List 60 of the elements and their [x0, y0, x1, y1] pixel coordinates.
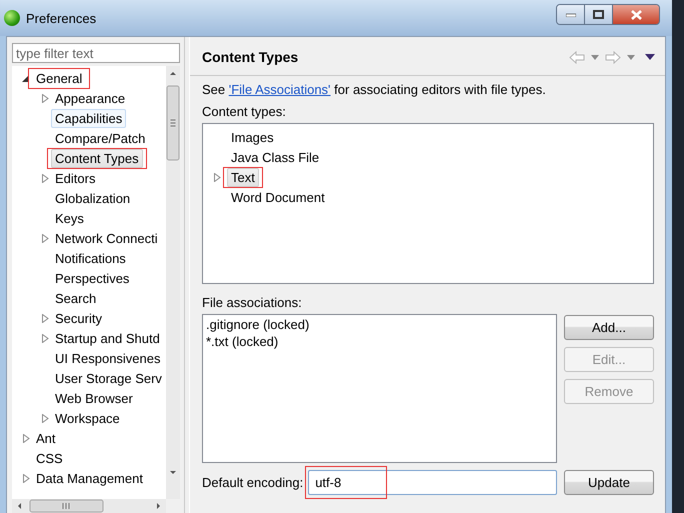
collapsed-triangle-icon[interactable]: [22, 474, 30, 482]
filter-field[interactable]: type filter text: [12, 43, 180, 63]
file-association-item[interactable]: .gitignore (locked): [206, 317, 553, 334]
collapsed-triangle-icon[interactable]: [41, 174, 49, 182]
page-title: Content Types: [202, 49, 300, 65]
minimize-icon: [566, 12, 576, 16]
content-type-item[interactable]: Java Class File: [227, 148, 324, 166]
maximize-icon: [593, 10, 604, 19]
tree-item[interactable]: Ant: [32, 428, 60, 448]
tree-item[interactable]: Appearance: [51, 88, 130, 108]
close-button[interactable]: [612, 5, 659, 24]
close-icon: [630, 10, 642, 20]
tree-item[interactable]: Startup and Shutd: [51, 328, 164, 348]
tree-item[interactable]: Search: [51, 288, 100, 308]
encoding-label: Default encoding:: [202, 475, 304, 490]
intro-text: See 'File Associations' for associating editors with file types.: [202, 82, 547, 97]
file-association-item[interactable]: *.txt (locked): [206, 334, 553, 351]
app-icon: [4, 10, 20, 26]
tree-item[interactable]: Capabilities: [51, 108, 126, 128]
content-type-item[interactable]: Text: [227, 168, 259, 186]
maximize-button[interactable]: [584, 5, 612, 24]
tree-item[interactable]: Globalization: [51, 188, 134, 208]
collapsed-triangle-icon[interactable]: [41, 234, 49, 242]
tree-item[interactable]: Web Browser: [51, 388, 137, 408]
tree-item[interactable]: Data Management: [32, 468, 147, 488]
content-types-label: Content types:: [202, 104, 287, 119]
update-button[interactable]: Update: [564, 470, 654, 495]
list-action-button[interactable]: Add...: [564, 315, 654, 340]
dropdown-icon[interactable]: [627, 54, 635, 60]
tree-item[interactable]: General: [32, 68, 86, 88]
collapsed-triangle-icon[interactable]: [41, 334, 49, 342]
collapsed-triangle-icon[interactable]: [41, 414, 49, 422]
tree-item[interactable]: Workspace: [51, 408, 124, 428]
forward-arrow-icon[interactable]: [605, 50, 621, 64]
back-arrow-icon[interactable]: [569, 50, 585, 64]
tree-item[interactable]: Content Types: [51, 148, 143, 168]
file-associations-label: File associations:: [202, 295, 303, 310]
dropdown-icon[interactable]: [591, 54, 599, 60]
encoding-field[interactable]: utf-8: [308, 470, 557, 495]
file-associations-link[interactable]: 'File Associations': [228, 82, 331, 97]
tree-item[interactable]: CSS: [32, 448, 67, 468]
collapsed-triangle-icon[interactable]: [22, 434, 30, 442]
collapsed-triangle-icon[interactable]: [213, 172, 221, 182]
window-title: Preferences: [26, 10, 98, 26]
collapsed-triangle-icon[interactable]: [41, 314, 49, 322]
content-type-item[interactable]: Images: [227, 128, 278, 146]
tree-item[interactable]: Perspectives: [51, 268, 134, 288]
tree-item[interactable]: User Storage Serv: [51, 368, 166, 388]
tree-item[interactable]: Keys: [51, 208, 88, 228]
collapsed-triangle-icon[interactable]: [41, 94, 49, 102]
tree-item[interactable]: Security: [51, 308, 106, 328]
view-menu-icon[interactable]: [645, 54, 655, 60]
tree-item[interactable]: Editors: [51, 168, 100, 188]
minimize-button[interactable]: [557, 5, 584, 24]
tree-item[interactable]: Compare/Patch: [51, 128, 150, 148]
content-type-item[interactable]: Word Document: [227, 188, 329, 206]
expanded-triangle-icon[interactable]: [22, 74, 30, 82]
tree-item[interactable]: Network Connecti: [51, 228, 162, 248]
tree-item[interactable]: Notifications: [51, 248, 130, 268]
tree-item[interactable]: UI Responsivenes: [51, 348, 164, 368]
